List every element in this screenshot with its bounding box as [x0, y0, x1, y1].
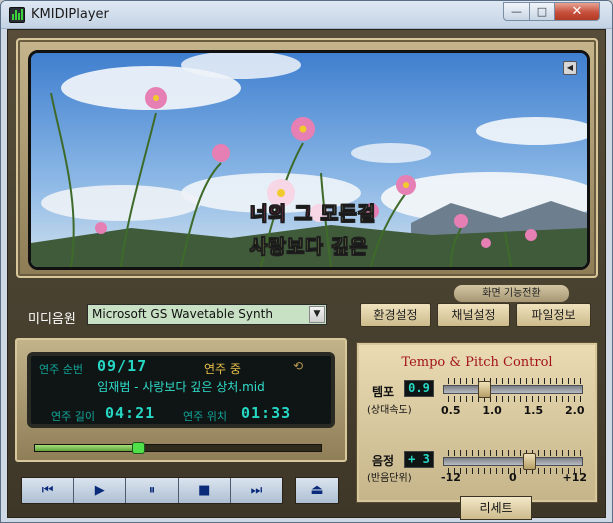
status-display: 연주 순번 09/17 연주 중 ⟲ 임재범 - 사랑보다 깊은 상처.mid …	[27, 352, 335, 428]
lyric-line-2-text: 사랑보다 깊은	[249, 236, 369, 259]
pitch-slider-track[interactable]	[443, 457, 583, 466]
midi-source-label: 미디음원	[28, 312, 76, 327]
maximize-button[interactable]: □	[529, 2, 555, 21]
tempo-slider-track[interactable]	[443, 385, 583, 394]
lyric-unsung-part: 모든걸	[313, 203, 377, 226]
lyric-line-2: 사랑보다 깊은	[31, 232, 587, 259]
app-icon	[9, 7, 25, 23]
play-button[interactable]: ▶	[74, 478, 127, 503]
source-row: 미디음원 Microsoft GS Wavetable Synth ▼ 환경설정…	[8, 298, 605, 334]
pause-button[interactable]: ⏸	[126, 478, 179, 503]
player-status-panel: 연주 순번 09/17 연주 중 ⟲ 임재범 - 사랑보다 깊은 상처.mid …	[15, 338, 347, 462]
player-body: ◀ 너의 그 모든걸 사랑보다 깊은 화면 기능전환 미디음원 Microsof…	[7, 29, 606, 520]
length-value: 04:21	[105, 404, 156, 422]
repeat-icon[interactable]: ⟲	[293, 359, 303, 373]
pitch-slider-thumb[interactable]	[522, 453, 536, 470]
position-label: 연주 위치	[183, 410, 227, 423]
lyric-sung-part: 너의 그	[249, 203, 313, 226]
progress-fill	[35, 445, 138, 451]
midi-source-value: Microsoft GS Wavetable Synth	[92, 307, 273, 321]
window-title: KMIDIPlayer	[31, 7, 109, 22]
transport-controls: ⏮ ▶ ⏸ ■ ⏭	[21, 477, 283, 504]
pitch-ticks-top	[448, 450, 582, 456]
tempo-ticks-bottom	[448, 396, 582, 402]
position-value: 01:33	[241, 404, 292, 422]
file-info-button[interactable]: 파일정보	[516, 303, 591, 327]
tempo-sub-label: (상대속도)	[367, 405, 412, 416]
minimize-button[interactable]: —	[503, 2, 530, 21]
app-window: KMIDIPlayer — □ ✕ ◀ 너의 그 모든걸 사랑보다 깊은 화면 …	[0, 0, 613, 523]
midi-source-select[interactable]: Microsoft GS Wavetable Synth ▼	[87, 304, 327, 325]
play-state: 연주 중	[204, 362, 241, 376]
settings-button[interactable]: 환경설정	[360, 303, 431, 327]
lyrics-video: ◀ 너의 그 모든걸 사랑보다 깊은	[28, 50, 590, 270]
pitch-scale-label: 0	[509, 471, 517, 484]
next-button[interactable]: ⏭	[230, 478, 283, 503]
tempo-ticks-top	[448, 378, 582, 384]
tempo-value: 0.9	[404, 380, 434, 397]
video-frame: ◀ 너의 그 모든걸 사랑보다 깊은 화면 기능전환	[16, 38, 598, 303]
eject-button[interactable]: ⏏	[295, 477, 339, 504]
lyric-line-1: 너의 그 모든걸	[31, 199, 587, 226]
pitch-label: 음정	[372, 454, 395, 468]
chevron-down-icon[interactable]: ▼	[309, 306, 325, 323]
reset-button[interactable]: 리세트	[460, 496, 532, 520]
length-label: 연주 길이	[51, 410, 95, 423]
tempo-pitch-panel: Tempo & Pitch Control 템포 (상대속도) 0.9 0.5 …	[357, 343, 597, 520]
order-value: 09/17	[97, 357, 148, 375]
title-bar[interactable]: KMIDIPlayer — □ ✕	[1, 1, 612, 29]
previous-button[interactable]: ⏮	[22, 478, 75, 503]
back-arrow-icon[interactable]: ◀	[563, 61, 577, 75]
tempo-pitch-title: Tempo & Pitch Control	[401, 355, 553, 370]
tempo-scale-label: 1.5	[523, 404, 544, 417]
tempo-slider-thumb[interactable]	[478, 381, 492, 398]
tempo-scale-label: 0.5	[441, 404, 461, 417]
pitch-scale-label: +12	[562, 471, 588, 484]
close-button[interactable]: ✕	[554, 2, 600, 21]
file-name: 임재범 - 사랑보다 깊은 상처.mid	[97, 380, 265, 394]
progress-bar[interactable]	[34, 442, 322, 454]
stop-button[interactable]: ■	[178, 478, 231, 503]
pitch-value: + 3	[404, 451, 434, 468]
progress-thumb[interactable]	[131, 442, 145, 454]
pitch-sub-label: (반음단위)	[367, 473, 412, 484]
tempo-label: 템포	[372, 385, 395, 399]
tempo-scale-label: 1.0	[482, 404, 502, 417]
order-label: 연주 순번	[39, 363, 83, 376]
channel-settings-button[interactable]: 채널설정	[437, 303, 510, 327]
tempo-scale-label: 2.0	[565, 404, 585, 417]
pitch-scale-label: -12	[441, 471, 461, 484]
